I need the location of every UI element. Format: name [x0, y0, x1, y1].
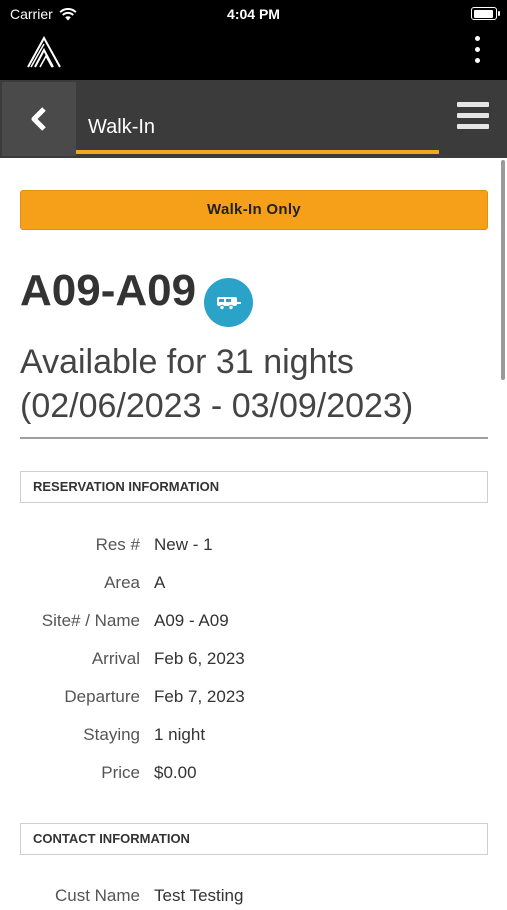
row-value: A09 - A09: [154, 611, 229, 630]
availability-nights: Available for 31 nights: [20, 343, 354, 381]
back-button[interactable]: [2, 82, 76, 156]
row-label: Departure: [64, 687, 140, 706]
row-label: Res #: [95, 535, 140, 554]
row-value: New - 1: [154, 535, 213, 554]
row-label: Staying: [83, 725, 140, 744]
status-bar: Carrier 4:04 PM: [0, 0, 507, 28]
availability-dates: (02/06/2023 - 03/09/2023): [20, 387, 414, 425]
divider: [20, 437, 488, 439]
reservation-row-staying: Staying 1 night: [0, 725, 507, 749]
site-type-badge: [204, 278, 253, 327]
row-value: A: [154, 573, 166, 592]
reservation-row-site: Site# / Name A09 - A09: [0, 611, 507, 635]
reservation-row-res-number: Res # New - 1: [0, 535, 507, 559]
reservation-row-departure: Departure Feb 7, 2023: [0, 687, 507, 711]
site-name: A09-A09: [20, 266, 197, 315]
hamburger-menu-icon[interactable]: [457, 102, 489, 130]
contact-row-cust-name: Cust Name Test Testing: [0, 886, 507, 910]
row-value: Feb 7, 2023: [154, 687, 245, 706]
row-label: Price: [101, 763, 140, 782]
row-value: 1 night: [154, 725, 206, 744]
app-header: [0, 28, 507, 80]
reservation-row-price: Price $0.00: [0, 763, 507, 787]
battery-icon: [471, 7, 500, 20]
scrollbar[interactable]: [501, 160, 505, 380]
reservation-row-area: Area A: [0, 573, 507, 597]
page-title: Walk-In: [88, 116, 156, 138]
row-label: Arrival: [91, 649, 140, 668]
row-value: Feb 6, 2023: [154, 649, 245, 668]
active-tab-underline: [76, 150, 439, 154]
reservation-row-arrival: Arrival Feb 6, 2023: [0, 649, 507, 673]
logo-icon: [27, 36, 61, 68]
row-label: Cust Name: [54, 886, 140, 905]
row-label: Area: [104, 573, 140, 592]
back-icon: [31, 107, 46, 131]
row-value: Test Testing: [154, 886, 244, 905]
row-value: $0.00: [154, 763, 197, 782]
walk-in-only-button[interactable]: Walk-In Only: [20, 190, 488, 230]
rv-trailer-icon: [216, 296, 241, 310]
reservation-info-header: RESERVATION INFORMATION: [20, 471, 488, 503]
kebab-menu-icon[interactable]: [473, 36, 481, 70]
contact-info-header: CONTACT INFORMATION: [20, 823, 488, 855]
row-label: Site# / Name: [41, 611, 140, 630]
nav-bar: Walk-In: [0, 80, 507, 158]
availability-text: Available for 31 nights (02/06/2023 - 03…: [20, 340, 413, 428]
clock: 4:04 PM: [227, 6, 280, 22]
